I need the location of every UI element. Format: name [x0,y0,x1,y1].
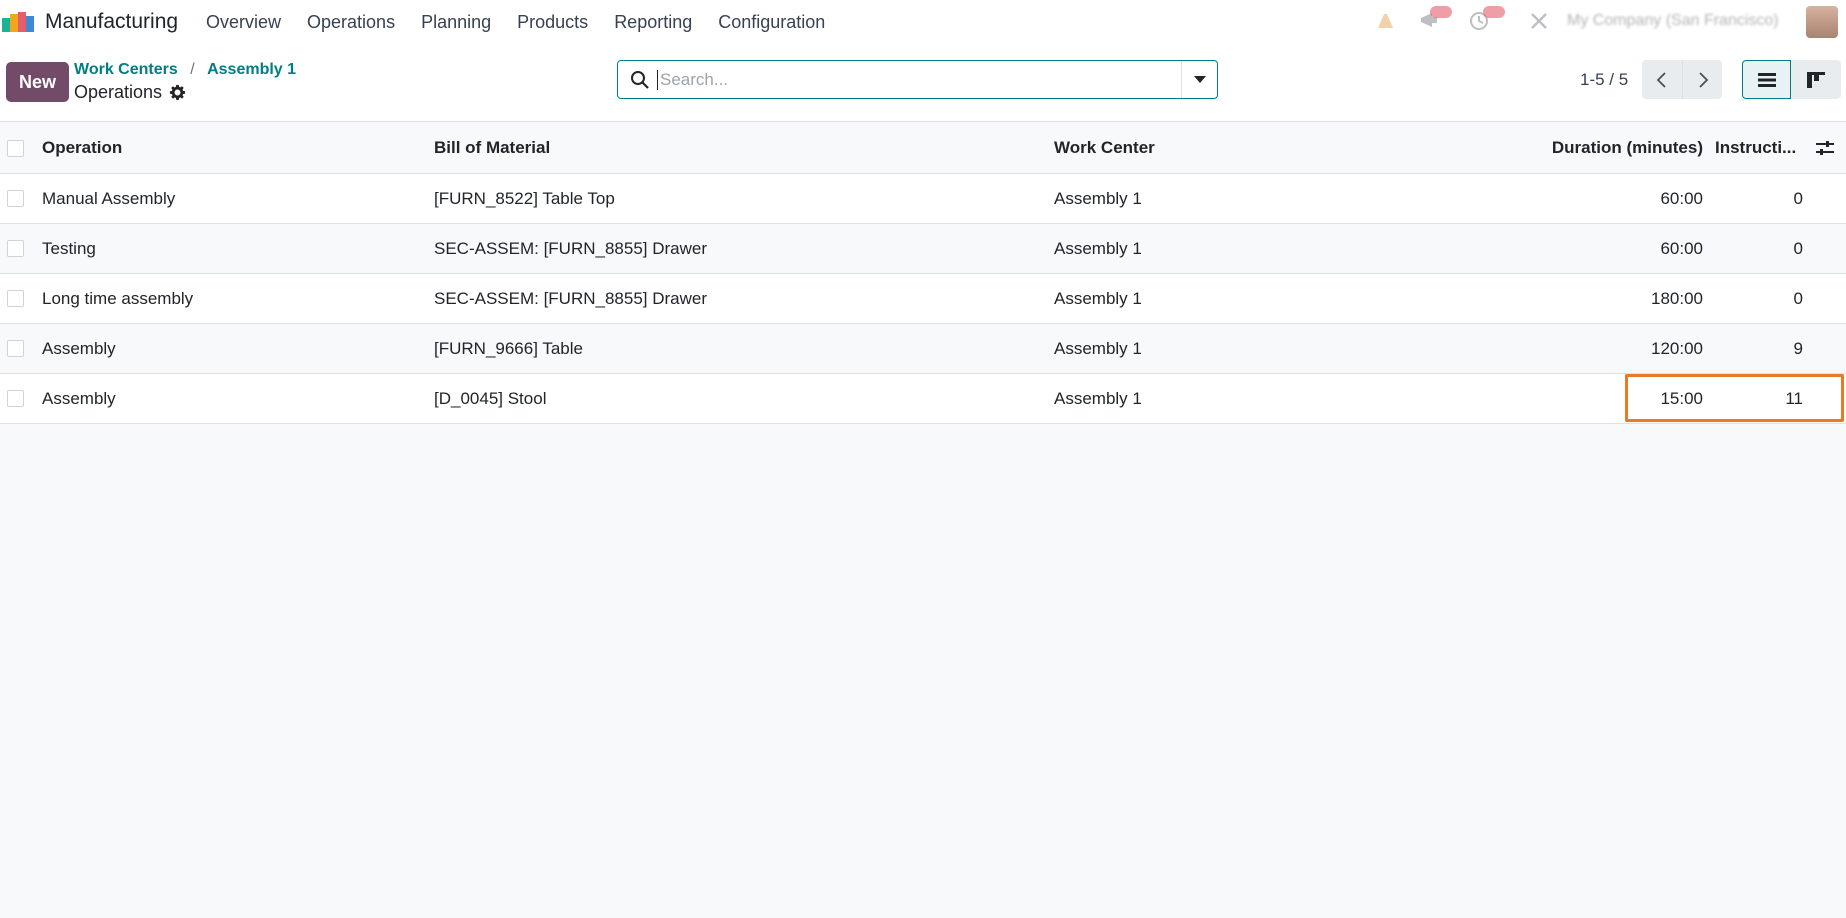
search-box [617,60,1218,99]
select-all-cell [7,123,27,173]
cell-work-center[interactable]: Assembly 1 [1054,324,1142,373]
cell-bom[interactable]: SEC-ASSEM: [FURN_8855] Drawer [434,274,707,323]
pager-next-button[interactable] [1682,60,1722,99]
cell-operation[interactable]: Long time assembly [42,274,193,323]
cell-work-center[interactable]: Assembly 1 [1054,174,1142,223]
column-header-instructions[interactable]: Instructi... [1715,123,1796,173]
search-options-toggle[interactable] [1181,61,1217,98]
new-button[interactable]: New [6,62,69,102]
voip-icon[interactable] [1374,10,1396,32]
row-checkbox[interactable] [7,190,24,207]
table-row[interactable]: Testing SEC-ASSEM: [FURN_8855] Drawer As… [0,224,1846,274]
row-select-cell [7,174,27,223]
row-select-cell [7,224,27,273]
systray: My Company (San Francisco) [0,0,1846,44]
text-cursor [657,70,658,90]
kanban-view-button[interactable] [1791,60,1841,99]
row-checkbox[interactable] [7,340,24,357]
cell-duration[interactable]: 60:00 [1660,174,1703,223]
column-header-operation[interactable]: Operation [42,123,122,173]
breadcrumb-separator: / [190,61,195,78]
top-navbar: Manufacturing Overview Operations Planni… [0,0,1846,44]
column-header-bom[interactable]: Bill of Material [434,123,550,173]
cell-operation[interactable]: Assembly [42,374,116,423]
activity-badge [1483,6,1505,18]
cell-instructions[interactable]: 0 [1794,274,1803,323]
table-row[interactable]: Long time assembly SEC-ASSEM: [FURN_8855… [0,274,1846,324]
debug-tools-icon[interactable] [1528,10,1550,32]
operations-table: Operation Bill of Material Work Center D… [0,123,1846,424]
cell-operation[interactable]: Testing [42,224,96,273]
breadcrumb-assembly-1[interactable]: Assembly 1 [207,61,296,78]
column-header-duration[interactable]: Duration (minutes) [1552,123,1703,173]
search-icon [631,71,649,89]
chevron-left-icon [1656,71,1666,88]
company-switcher[interactable]: My Company (San Francisco) [1567,12,1779,30]
sliders-icon [1816,141,1834,155]
pager-value[interactable]: 1-5 / 5 [1580,70,1628,90]
select-all-checkbox[interactable] [7,139,24,157]
cell-bom[interactable]: SEC-ASSEM: [FURN_8855] Drawer [434,224,707,273]
cell-duration[interactable]: 180:00 [1651,274,1703,323]
gear-icon[interactable] [169,84,186,101]
cell-instructions[interactable]: 0 [1794,224,1803,273]
search-input[interactable] [658,61,1178,98]
optional-columns-toggle[interactable] [1815,123,1837,173]
chevron-down-icon [1193,76,1206,83]
list-view-icon [1757,72,1776,87]
messaging-badge [1430,6,1452,18]
cell-instructions[interactable]: 11 [1785,374,1803,423]
table-header: Operation Bill of Material Work Center D… [0,123,1846,174]
pager-previous-button[interactable] [1642,60,1682,99]
row-select-cell [7,324,27,373]
column-header-work-center[interactable]: Work Center [1054,123,1155,173]
row-checkbox[interactable] [7,390,24,407]
kanban-view-icon [1807,71,1825,88]
cell-duration[interactable]: 120:00 [1651,324,1703,373]
cell-bom[interactable]: [FURN_8522] Table Top [434,174,615,223]
row-select-cell [7,274,27,323]
table-row[interactable]: Assembly [D_0045] Stool Assembly 1 15:00… [0,374,1846,424]
cell-work-center[interactable]: Assembly 1 [1054,224,1142,273]
cell-duration[interactable]: 15:00 [1660,374,1703,423]
page-title: Operations [74,82,163,102]
chevron-right-icon [1698,71,1708,88]
cell-operation[interactable]: Assembly [42,324,116,373]
cell-duration[interactable]: 60:00 [1660,224,1703,273]
control-panel: New Work Centers / Assembly 1 Operations… [0,44,1846,122]
cell-work-center[interactable]: Assembly 1 [1054,274,1142,323]
row-checkbox[interactable] [7,290,24,307]
row-select-cell [7,374,27,423]
row-checkbox[interactable] [7,240,24,257]
breadcrumb: Work Centers / Assembly 1 [74,61,296,79]
cell-bom[interactable]: [D_0045] Stool [434,374,546,423]
cell-bom[interactable]: [FURN_9666] Table [434,324,583,373]
page-title-wrap: Operations [74,82,186,103]
cell-instructions[interactable]: 0 [1794,174,1803,223]
table-row[interactable]: Assembly [FURN_9666] Table Assembly 1 12… [0,324,1846,374]
user-avatar[interactable] [1806,6,1838,38]
breadcrumb-work-centers[interactable]: Work Centers [74,61,178,78]
cell-instructions[interactable]: 9 [1794,324,1803,373]
cell-work-center[interactable]: Assembly 1 [1054,374,1142,423]
cell-operation[interactable]: Manual Assembly [42,174,175,223]
table-row[interactable]: Manual Assembly [FURN_8522] Table Top As… [0,174,1846,224]
list-view-button[interactable] [1742,60,1791,99]
